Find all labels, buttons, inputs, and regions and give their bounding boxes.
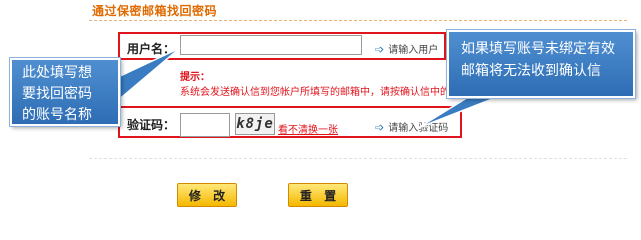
- title-divider: [89, 20, 627, 21]
- username-input[interactable]: [180, 35, 362, 55]
- callout-left-line-3: 的账号名称: [22, 107, 92, 123]
- callout-left-line-2: 要找回密码: [22, 86, 92, 102]
- username-hint-text: 请输入用户: [388, 45, 439, 56]
- arrow-right-icon: ➩: [375, 121, 385, 134]
- captcha-hint-text: 请输入验证码: [388, 123, 449, 134]
- callout-right-line-2: 邮箱将无法收到确认信: [461, 63, 601, 79]
- username-label: 用户名：: [127, 42, 176, 56]
- username-tip-callout: 此处填写想 要找回密码 的账号名称: [9, 57, 121, 127]
- username-hint: ➩ 请输入用户: [375, 41, 438, 56]
- captcha-label: 验证码：: [127, 118, 176, 132]
- submit-button[interactable]: 修 改: [177, 183, 237, 207]
- captcha-refresh-link[interactable]: 看不清换一张: [278, 121, 338, 136]
- notice-label: 提示：: [180, 72, 210, 83]
- callout-left-line-1: 此处填写想: [22, 65, 92, 81]
- email-warning-callout: 如果填写账号未绑定有效 邮箱将无法收到确认信: [446, 29, 636, 99]
- captcha-hint: ➩ 请输入验证码: [375, 119, 448, 134]
- arrow-right-icon: ➩: [375, 43, 385, 56]
- callout-right-line-1: 如果填写账号未绑定有效: [461, 41, 615, 57]
- reset-button[interactable]: 重 置: [288, 183, 348, 207]
- captcha-input[interactable]: [180, 113, 230, 137]
- notice-text: 系统会发送确认信到您帐户所填写的邮箱中，请按确认信中的提示: [180, 87, 450, 98]
- captcha-image[interactable]: k8je: [235, 113, 275, 135]
- form-divider: [89, 158, 627, 159]
- section-title: 通过保密邮箱找回密码: [92, 4, 218, 18]
